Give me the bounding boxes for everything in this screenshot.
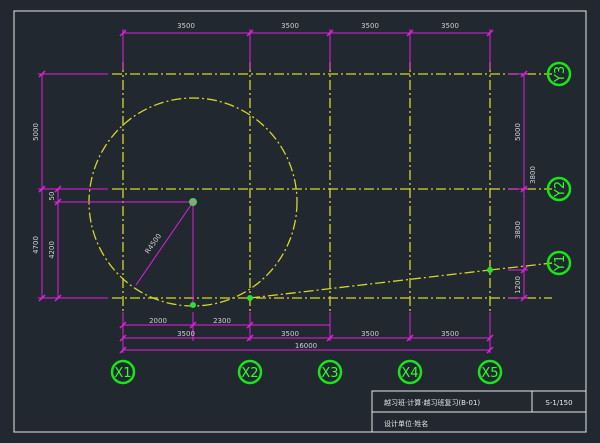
node-x5-y1 — [487, 267, 493, 273]
axis-label-x3: X3 — [321, 366, 338, 381]
dim-bottom1-2: 2300 — [213, 317, 231, 325]
dim-right-1: 5000 — [514, 123, 522, 141]
node-x2-y1 — [247, 295, 253, 301]
dim-right-4: 1200 — [514, 276, 522, 294]
dim-top-3: 3500 — [361, 22, 379, 30]
dimension-lines — [38, 29, 528, 353]
dim-bottom1-5: 3500 — [441, 330, 459, 338]
axis-label-y1: Y1 — [553, 255, 568, 272]
circle-center-node — [189, 198, 197, 206]
dim-radius: R4500 — [144, 232, 164, 255]
grid-lines — [88, 62, 553, 312]
dim-right-2: 3800 — [529, 166, 537, 184]
axis-label-x4: X4 — [401, 366, 418, 381]
dim-right-3: 3800 — [514, 221, 522, 239]
axis-label-x1: X1 — [114, 366, 131, 381]
dim-left-inner-1: 50 — [48, 192, 56, 201]
arc-bottom-node — [190, 302, 196, 308]
dim-left-outer-1: 5000 — [32, 123, 40, 141]
axis-label-y2: Y2 — [553, 181, 568, 198]
dim-bottom-total: 16000 — [295, 342, 317, 350]
dim-top-4: 3500 — [441, 22, 459, 30]
inclined-axis — [249, 269, 491, 299]
dim-bottom2-1: 3500 — [177, 330, 195, 338]
dim-bottom1-1: 2000 — [149, 317, 167, 325]
title-block-line2: 设计单位·姓名 — [384, 419, 428, 428]
dim-top-2: 3500 — [281, 22, 299, 30]
dim-left-outer-2: 4700 — [32, 236, 40, 254]
dim-left-inner-2: 4200 — [48, 241, 56, 259]
dim-bottom1-4: 3500 — [361, 330, 379, 338]
title-block-code: S-1/150 — [545, 399, 572, 407]
dim-bottom1-3: 3500 — [281, 330, 299, 338]
axis-label-x2: X2 — [241, 366, 258, 381]
cad-drawing: 3500 3500 3500 3500 2000 2300 3500 3500 … — [13, 10, 587, 433]
title-block-line1: 越习班·计算·越习班复习(B-01) — [384, 398, 480, 407]
inclined-axis-ext — [489, 262, 553, 271]
axis-label-x5: X5 — [481, 366, 498, 381]
axis-label-y3: Y3 — [553, 66, 568, 83]
dimension-ticks — [38, 29, 528, 354]
dim-top-1: 3500 — [177, 22, 195, 30]
